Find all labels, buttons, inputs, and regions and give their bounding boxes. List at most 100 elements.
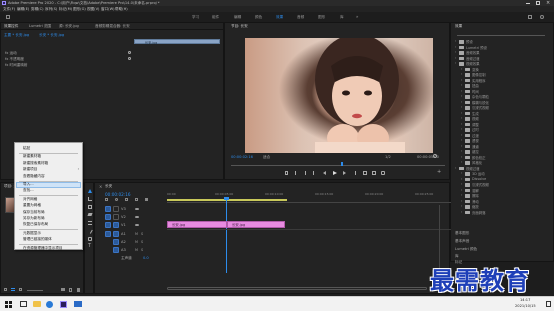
effects-tree-item[interactable]: 滑动 bbox=[472, 199, 479, 204]
extract-icon[interactable] bbox=[372, 171, 376, 175]
step-forward-icon[interactable] bbox=[343, 171, 346, 175]
mark-in-icon[interactable] bbox=[295, 171, 298, 175]
timeline-tab[interactable]: 长安 bbox=[105, 184, 112, 189]
effects-tree-item[interactable]: 3D 运动 bbox=[472, 171, 485, 176]
master-volume-value[interactable]: 0.0 bbox=[143, 256, 149, 260]
fx-motion[interactable]: fx 运动 bbox=[5, 51, 17, 56]
taskbar-clock[interactable]: 14:17 bbox=[520, 298, 530, 302]
effects-tree-item[interactable]: 透视 bbox=[472, 138, 479, 143]
fx-opacity[interactable]: fx 不透明度 bbox=[5, 57, 24, 62]
chevron-right-icon[interactable]: › bbox=[461, 100, 462, 104]
playhead-icon[interactable] bbox=[224, 197, 229, 200]
essential-sound-item[interactable]: 基本声音 bbox=[455, 239, 469, 244]
menu-sequence[interactable]: 序列(S) bbox=[45, 7, 57, 12]
track-target-toggle[interactable] bbox=[105, 214, 111, 220]
step-back-icon[interactable] bbox=[323, 171, 326, 175]
effects-tree-item[interactable]: 时间 bbox=[472, 89, 479, 94]
chevron-right-icon[interactable]: › bbox=[461, 111, 462, 115]
context-menu-item[interactable]: 恢复已保存布局 bbox=[23, 222, 48, 227]
effects-tree-item[interactable]: 生成 bbox=[472, 111, 479, 116]
wrench-icon[interactable] bbox=[145, 198, 148, 201]
track-target-toggle[interactable] bbox=[113, 247, 119, 253]
mark-out-icon[interactable] bbox=[303, 171, 306, 175]
timeline-timecode[interactable]: 00:00:02:16 bbox=[105, 192, 131, 197]
new-bin-icon[interactable] bbox=[61, 288, 65, 291]
playhead-icon[interactable] bbox=[341, 162, 343, 166]
eye-icon[interactable] bbox=[135, 207, 139, 210]
effects-tree-item[interactable]: 缩放 bbox=[472, 204, 479, 209]
chevron-right-icon[interactable]: › bbox=[461, 188, 462, 192]
search-icon[interactable] bbox=[540, 15, 544, 19]
effects-tree-item[interactable]: 沉浸式视频 bbox=[472, 105, 489, 110]
essential-graphics-item[interactable]: 基本图形 bbox=[455, 231, 469, 236]
context-menu-item[interactable]: 查找... bbox=[23, 188, 34, 193]
chevron-right-icon[interactable]: › bbox=[455, 56, 456, 60]
effects-tree-item[interactable]: Lumetri 预设 bbox=[466, 45, 487, 50]
menu-clip[interactable]: 剪辑(C) bbox=[31, 7, 44, 12]
clip-selector-left[interactable]: 主要 * 长安.jpg bbox=[4, 33, 29, 38]
context-menu-item[interactable]: 新建项目 bbox=[23, 167, 37, 172]
program-timecode[interactable]: 00:00:02:16 bbox=[231, 155, 253, 159]
context-menu-item[interactable]: 保存当前布局 bbox=[23, 210, 45, 215]
chevron-right-icon[interactable]: › bbox=[461, 171, 462, 175]
selection-tool-icon[interactable] bbox=[88, 189, 92, 193]
mail-icon[interactable] bbox=[74, 301, 82, 307]
effects-tree-item[interactable]: Dissolve bbox=[472, 177, 486, 181]
ripple-edit-icon[interactable] bbox=[88, 205, 92, 209]
taskbar-date[interactable]: 2021/10/15 bbox=[515, 304, 536, 308]
effects-tree-item[interactable]: 扭曲 bbox=[472, 83, 479, 88]
notification-icon[interactable] bbox=[546, 301, 551, 307]
chevron-right-icon[interactable]: › bbox=[455, 45, 456, 49]
effects-tree-item[interactable]: 通道 bbox=[472, 144, 479, 149]
effects-tree-item[interactable]: 风格化 bbox=[472, 160, 482, 165]
zoom-slider[interactable] bbox=[27, 289, 43, 291]
sync-lock-toggle[interactable] bbox=[113, 206, 119, 212]
trash-icon[interactable] bbox=[77, 288, 80, 292]
close-tab-icon[interactable]: × bbox=[99, 184, 102, 189]
effects-tree-item[interactable]: 页面剥落 bbox=[472, 210, 486, 215]
chevron-right-icon[interactable]: › bbox=[461, 67, 462, 71]
menu-window[interactable]: 窗口(W) bbox=[101, 7, 115, 12]
effects-tree-item[interactable]: 杂色与颗粒 bbox=[472, 94, 489, 99]
task-view-icon[interactable] bbox=[20, 301, 27, 307]
effects-tree-item[interactable]: 视频 bbox=[472, 116, 479, 121]
slip-tool-icon[interactable] bbox=[88, 221, 92, 225]
chevron-right-icon[interactable]: › bbox=[461, 72, 462, 76]
effects-tree-item[interactable]: 视频效果 bbox=[466, 61, 480, 66]
chevron-right-icon[interactable]: › bbox=[461, 149, 462, 153]
minimize-icon[interactable] bbox=[526, 2, 530, 4]
chevron-right-icon[interactable]: › bbox=[461, 204, 462, 208]
chevron-right-icon[interactable]: › bbox=[461, 133, 462, 137]
file-explorer-icon[interactable] bbox=[33, 301, 41, 307]
menu-help[interactable]: 帮助(H) bbox=[115, 7, 128, 12]
workspace-more-icon[interactable]: » bbox=[356, 14, 358, 19]
workspace-graphics[interactable]: 图形 bbox=[318, 15, 325, 20]
workspace-libraries[interactable]: 库 bbox=[340, 15, 344, 20]
lock-icon[interactable] bbox=[4, 288, 7, 291]
effects-tree-item[interactable]: 键控 bbox=[472, 149, 479, 154]
maximize-icon[interactable] bbox=[536, 1, 540, 5]
tab-audio-clip-mixer[interactable]: 音频剪辑混合器: 长安 bbox=[95, 24, 130, 29]
icon-view-icon[interactable] bbox=[19, 288, 22, 291]
effects-search-input[interactable] bbox=[457, 32, 545, 36]
solo-button[interactable]: S bbox=[141, 240, 143, 244]
razor-icon[interactable] bbox=[87, 213, 93, 216]
track-target-toggle[interactable] bbox=[113, 239, 119, 245]
play-icon[interactable] bbox=[333, 170, 337, 175]
mute-button[interactable]: M bbox=[135, 232, 138, 236]
time-ruler[interactable]: 00:00 00:00:05:00 00:00:10:00 00:00:15:0… bbox=[167, 191, 451, 203]
mute-button[interactable]: M bbox=[135, 240, 138, 244]
effects-tree-item[interactable]: 预设 bbox=[466, 39, 473, 44]
chevron-right-icon[interactable]: › bbox=[461, 182, 462, 186]
chevron-right-icon[interactable]: › bbox=[455, 39, 456, 43]
fit-dropdown[interactable]: 适合 bbox=[263, 155, 270, 160]
workspace-assembly[interactable]: 组件 bbox=[212, 15, 219, 20]
track-select-icon[interactable] bbox=[88, 197, 92, 201]
effects-tree-item[interactable]: 溶解 bbox=[472, 188, 479, 193]
edge-browser-icon[interactable] bbox=[46, 300, 53, 308]
type-tool-icon[interactable]: T bbox=[88, 243, 91, 249]
context-menu-item[interactable]: 元数据显示 bbox=[23, 231, 41, 236]
chevron-right-icon[interactable]: › bbox=[461, 122, 462, 126]
fx-time-remapping[interactable]: fx 时间重映射 bbox=[5, 63, 28, 68]
program-monitor-tab[interactable]: 节目: 长安 bbox=[231, 24, 248, 29]
